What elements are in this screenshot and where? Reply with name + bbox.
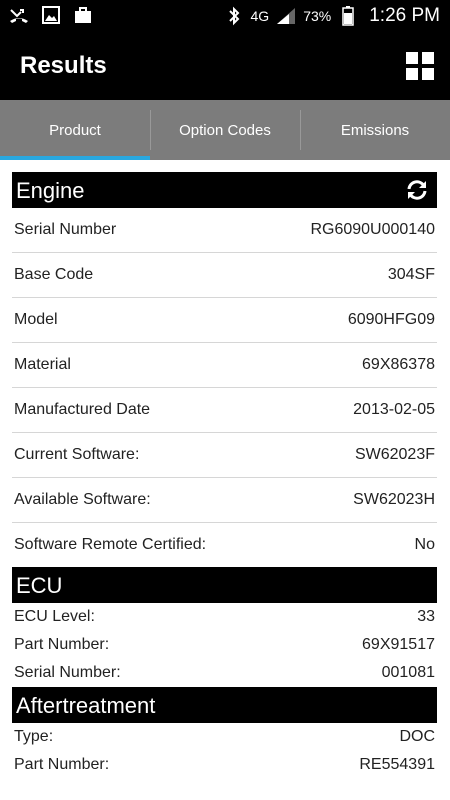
page-title: Results — [20, 52, 107, 79]
tab-product[interactable]: Product — [0, 100, 150, 160]
tab-option-codes[interactable]: Option Codes — [150, 100, 300, 160]
ecu-row-level: ECU Level: 33 — [12, 603, 437, 631]
row-label: Base Code — [14, 266, 94, 283]
row-label: Current Software: — [14, 446, 140, 463]
row-value: 2013-02-05 — [353, 401, 435, 418]
row-value: RG6090U000140 — [310, 221, 435, 238]
refresh-icon[interactable] — [405, 178, 429, 202]
row-value: 6090HFG09 — [347, 311, 435, 328]
section-title: Engine — [16, 178, 85, 203]
battery-icon — [337, 5, 359, 27]
ecu-row-part-number: Part Number: 69X91517 — [12, 631, 437, 659]
engine-row-software-remote-certified: Software Remote Certified: No — [12, 523, 437, 567]
row-label: ECU Level: — [14, 608, 95, 625]
row-value: RE554391 — [359, 756, 435, 773]
image-icon — [40, 4, 62, 26]
app-bar: Results — [0, 32, 450, 100]
signal-icon — [275, 5, 297, 27]
engine-row-model: Model 6090HFG09 — [12, 298, 437, 343]
row-value: 001081 — [381, 664, 435, 681]
grid-icon[interactable] — [406, 52, 434, 80]
status-bar: 4G 73% 1:26 PM — [0, 0, 450, 32]
row-label: Manufactured Date — [14, 401, 151, 418]
row-value: DOC — [399, 728, 435, 745]
clock: 1:26 PM — [369, 5, 440, 26]
row-label: Serial Number — [14, 221, 117, 238]
row-label: Available Software: — [14, 491, 151, 508]
row-value: 69X91517 — [362, 636, 435, 653]
tab-emissions[interactable]: Emissions — [300, 100, 450, 160]
engine-row-current-software: Current Software: SW62023F — [12, 433, 437, 478]
ecu-section-header: ECU — [12, 567, 437, 603]
briefcase-icon — [72, 4, 94, 26]
row-value: 69X86378 — [362, 356, 435, 373]
aftertreatment-section-header: Aftertreatment — [12, 687, 437, 723]
missed-call-icon — [8, 4, 30, 26]
row-label: Type: — [14, 728, 54, 745]
bluetooth-icon — [223, 5, 245, 27]
row-label: Software Remote Certified: — [14, 536, 207, 553]
row-label: Material — [14, 356, 71, 373]
row-value: No — [414, 536, 435, 553]
engine-row-manufactured-date: Manufactured Date 2013-02-05 — [12, 388, 437, 433]
results-content[interactable]: Engine Serial Number RG6090U000140 Base … — [12, 172, 437, 779]
section-title: ECU — [16, 573, 63, 598]
engine-row-serial-number: Serial Number RG6090U000140 — [12, 208, 437, 253]
row-value: 304SF — [387, 266, 435, 283]
battery-percent: 73% — [303, 8, 332, 24]
aftertreatment-row-part-number: Part Number: RE554391 — [12, 751, 437, 779]
row-label: Serial Number: — [14, 664, 121, 681]
engine-row-available-software: Available Software: SW62023H — [12, 478, 437, 523]
aftertreatment-row-type: Type: DOC — [12, 723, 437, 751]
row-label: Part Number: — [14, 756, 110, 773]
section-title: Aftertreatment — [16, 693, 156, 718]
row-value: SW62023F — [354, 446, 435, 463]
ecu-row-serial-number: Serial Number: 001081 — [12, 659, 437, 687]
network-type-label: 4G — [250, 8, 270, 24]
row-value: SW62023H — [353, 491, 435, 508]
row-label: Part Number: — [14, 636, 110, 653]
engine-row-base-code: Base Code 304SF — [12, 253, 437, 298]
engine-section-header: Engine — [12, 172, 437, 208]
row-value: 33 — [417, 608, 435, 625]
engine-row-material: Material 69X86378 — [12, 343, 437, 388]
row-label: Model — [14, 311, 58, 328]
tab-bar: Product Option Codes Emissions — [0, 100, 450, 160]
